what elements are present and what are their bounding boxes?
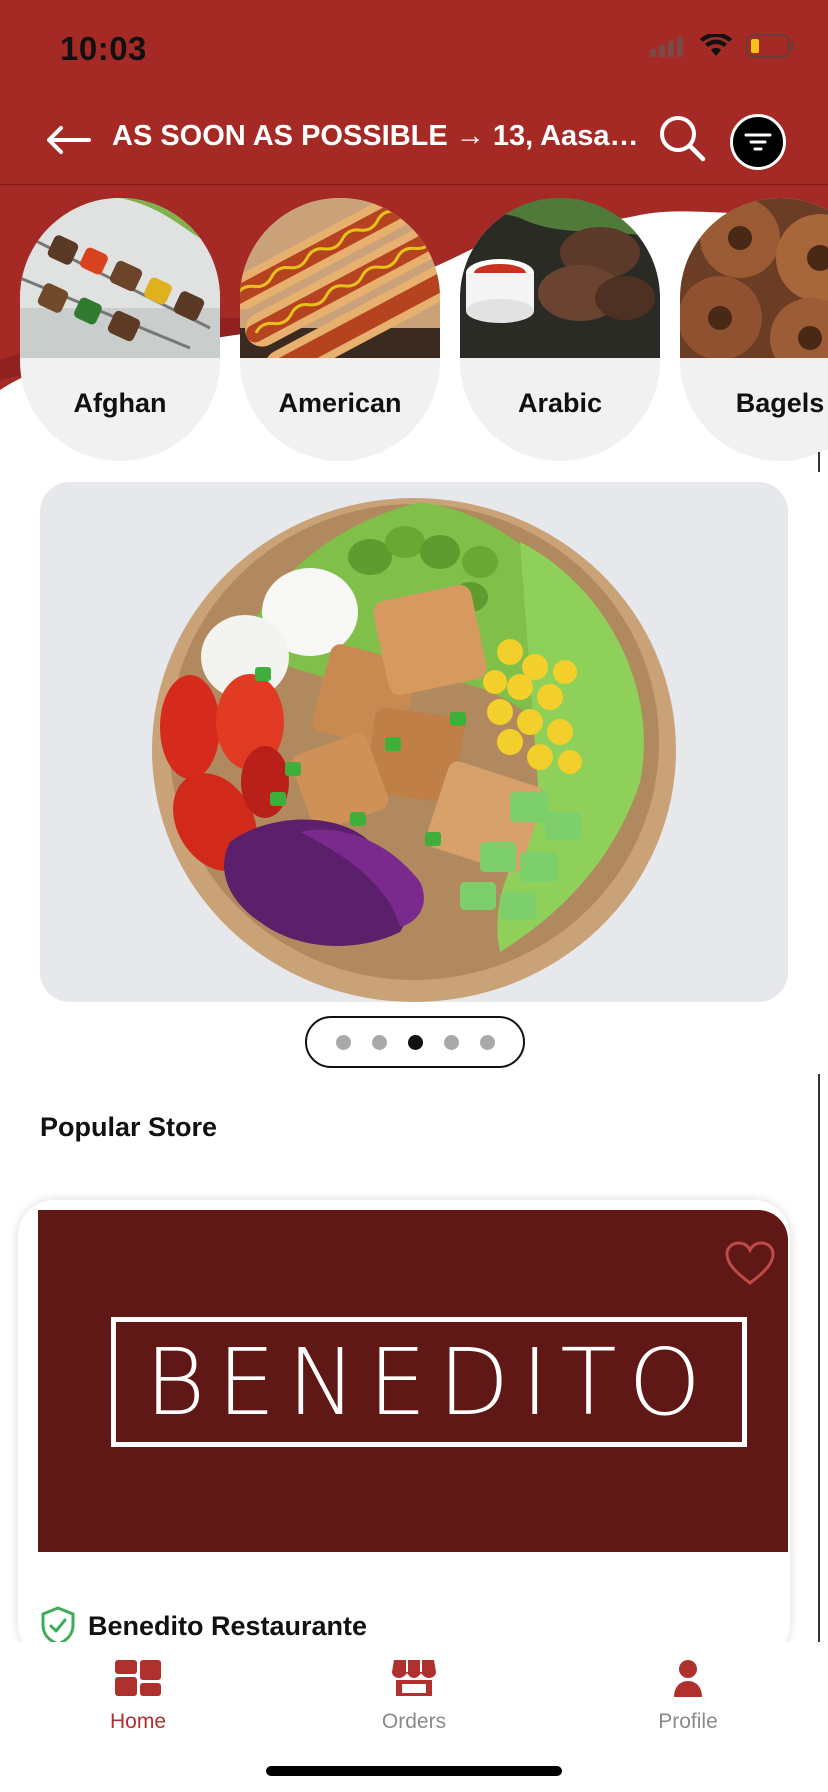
section-title-popular-store: Popular Store	[40, 1112, 218, 1142]
heart-icon	[725, 1241, 775, 1285]
search-button[interactable]	[654, 110, 710, 166]
home-dashboard-icon	[115, 1660, 161, 1696]
store-banner: BENEDITO	[38, 1210, 788, 1552]
filter-button[interactable]	[730, 114, 786, 170]
cellular-signal-icon	[650, 37, 683, 57]
carousel-dot[interactable]	[479, 1034, 495, 1050]
nav-profile[interactable]: Profile	[608, 1656, 768, 1734]
header-divider	[0, 184, 828, 185]
scroll-indicator	[818, 452, 820, 472]
store-info: Benedito Restaurante	[40, 1606, 367, 1646]
nav-label: Profile	[658, 1710, 718, 1733]
carousel-dot[interactable]	[335, 1034, 351, 1050]
carousel-dot[interactable]	[371, 1034, 387, 1050]
store-logo-text: BENEDITO	[145, 1328, 713, 1436]
store-logo: BENEDITO	[111, 1317, 747, 1447]
category-image	[460, 198, 660, 358]
status-bar: 10:03	[0, 0, 828, 96]
category-label: Afghan	[73, 388, 167, 418]
banner-image	[40, 482, 788, 1002]
status-time: 10:03	[60, 30, 147, 67]
battery-icon	[746, 34, 794, 58]
user-icon	[674, 1660, 702, 1697]
category-scroller[interactable]: Afghan American Arabic Bagels	[0, 198, 828, 463]
category-chip-american[interactable]: American	[240, 198, 440, 461]
nav-label: Home	[109, 1710, 167, 1733]
category-chip-afghan[interactable]: Afghan	[20, 198, 220, 461]
store-icon	[392, 1660, 436, 1696]
nav-orders[interactable]: Orders	[334, 1656, 494, 1734]
category-label: American	[278, 388, 402, 418]
promo-banner[interactable]	[40, 482, 788, 1002]
top-header: AS SOON AS POSSIBLE → 13, Aasath...	[0, 96, 828, 184]
category-label: Bagels	[735, 388, 825, 418]
carousel-dot[interactable]	[443, 1034, 459, 1050]
search-icon	[660, 116, 706, 162]
back-button[interactable]	[40, 114, 96, 166]
wifi-icon	[700, 34, 732, 56]
carousel-pagination	[305, 1016, 525, 1068]
filter-icon	[744, 133, 772, 151]
nav-label: Orders	[381, 1710, 447, 1733]
category-image	[20, 198, 220, 358]
category-image	[680, 198, 828, 358]
verified-shield-icon	[41, 1606, 75, 1646]
nav-home[interactable]: Home	[58, 1656, 218, 1734]
category-label: Arabic	[517, 388, 603, 418]
carousel-dot-active[interactable]	[407, 1034, 423, 1050]
status-icons	[650, 34, 796, 58]
arrow-left-icon	[47, 126, 91, 154]
category-image	[240, 198, 440, 358]
favorite-button[interactable]	[722, 1238, 778, 1290]
delivery-address-title[interactable]: AS SOON AS POSSIBLE → 13, Aasath...	[112, 120, 642, 153]
store-name[interactable]: Benedito Restaurante	[88, 1611, 367, 1642]
home-indicator	[266, 1766, 562, 1776]
scroll-indicator	[818, 1074, 820, 1674]
category-chip-bagels[interactable]: Bagels	[680, 198, 828, 461]
store-card[interactable]: BENEDITO Benedito Restaurante	[18, 1200, 790, 1660]
category-chip-arabic[interactable]: Arabic	[460, 198, 660, 461]
